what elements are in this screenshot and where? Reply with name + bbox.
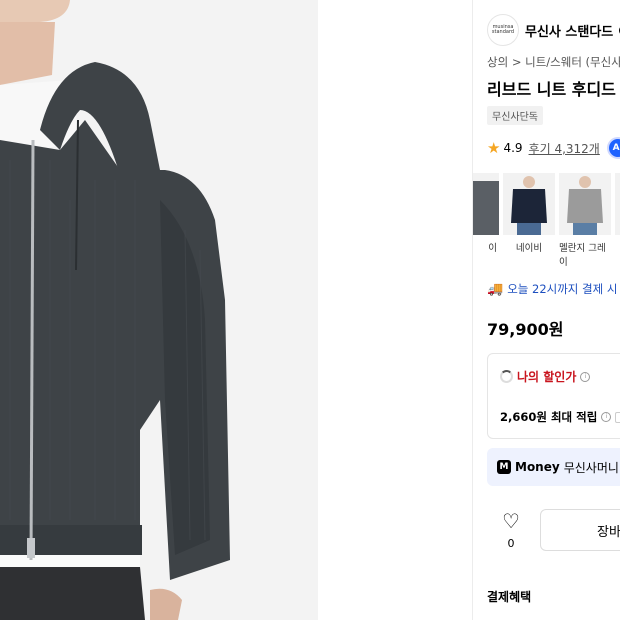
loading-spinner-icon — [500, 370, 513, 383]
swatch-item[interactable]: 멜란지 그레이 — [559, 173, 611, 268]
swatch-item[interactable]: 이 — [473, 173, 499, 268]
swatch-image — [559, 173, 611, 235]
money-banner-text: 무신사머니 첫 — [563, 460, 620, 475]
brand-name[interactable]: 무신사 스탠다드 — [525, 21, 613, 40]
swatch-image — [503, 173, 555, 235]
money-logo-icon: M — [497, 460, 511, 474]
swatch-label: 멜란지 그레이 — [559, 243, 606, 268]
musinsa-money-banner[interactable]: M Money 무신사머니 첫 — [487, 448, 620, 486]
breadcrumb-level-2[interactable]: 니트/스웨터 (무신사 — [525, 55, 620, 69]
star-icon: ★ — [487, 139, 501, 157]
rating-row: ★ 4.9 후기 4,312개 AI — [487, 137, 620, 159]
exclusive-badge: 무신사단독 — [487, 106, 543, 125]
payment-benefits-heading: 결제혜택 — [487, 590, 532, 604]
benefit-box: 나의 할인가 i 2,660원 최대 적립 i LV — [487, 353, 620, 439]
product-main-image[interactable] — [0, 0, 318, 620]
heart-icon: ♡ — [502, 509, 520, 533]
my-discount-row[interactable]: 나의 할인가 i — [500, 368, 591, 385]
product-title: 리브드 니트 후디드 — [487, 80, 616, 99]
rating-value: 4.9 — [503, 141, 523, 155]
product-price: 79,900원 — [487, 320, 564, 339]
swatch-image — [615, 173, 620, 235]
info-icon[interactable]: i — [580, 371, 591, 382]
image-gutter — [318, 0, 473, 620]
add-to-cart-button[interactable]: 장바 — [540, 509, 620, 551]
delivery-info[interactable]: 🚚 오늘 22시까지 결제 시 — [487, 281, 617, 297]
reviews-link[interactable]: 후기 4,312개 — [529, 140, 600, 157]
swatch-item[interactable]: 네이비 — [503, 173, 555, 268]
like-count: 0 — [507, 537, 515, 550]
breadcrumb: 상의 > 니트/스웨터 (무신사 — [487, 54, 620, 70]
money-brand: Money — [515, 460, 560, 474]
level-badge: LV — [615, 411, 620, 423]
chevron-right-icon: > — [511, 55, 522, 69]
swatch-label: 이 — [488, 243, 497, 254]
product-info-panel: musinsa standard 무신사 스탠다드 i 상의 > 니트/스웨터 … — [473, 0, 620, 620]
swatch-item[interactable]: ㅁ — [615, 173, 620, 268]
swatch-label: 네이비 — [515, 243, 543, 254]
delivery-truck-icon: 🚚 — [487, 281, 504, 297]
brand-row[interactable]: musinsa standard 무신사 스탠다드 i — [487, 14, 620, 46]
swatch-image — [473, 173, 499, 235]
info-icon[interactable]: i — [601, 412, 612, 422]
color-swatches: 이 네이비 멜란지 그레이 ㅁ — [473, 173, 620, 268]
breadcrumb-level-1[interactable]: 상의 — [487, 55, 508, 69]
points-row: 2,660원 최대 적립 i LV — [500, 409, 620, 425]
brand-logo-text-2: standard — [491, 29, 515, 35]
ai-summary-button[interactable]: AI — [606, 137, 620, 159]
my-discount-label: 나의 할인가 — [517, 370, 577, 384]
delivery-text: 오늘 22시까지 결제 시 — [507, 282, 618, 296]
brand-logo: musinsa standard — [487, 14, 519, 46]
hoodie-model-photo — [0, 0, 318, 620]
points-text: 2,660원 최대 적립 — [500, 410, 598, 424]
like-button[interactable]: ♡ 0 — [499, 511, 523, 550]
